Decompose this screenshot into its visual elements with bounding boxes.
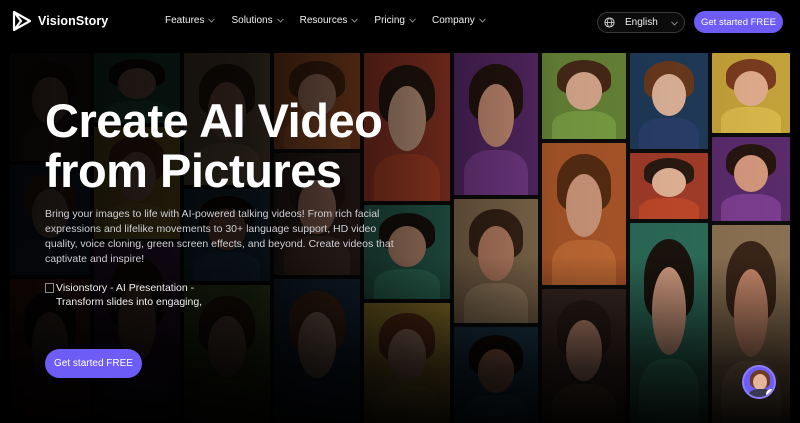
play-triangle-logo-icon [12, 10, 32, 32]
hero-title: Create AI Video from Pictures [45, 96, 465, 196]
nav-item-pricing[interactable]: Pricing [374, 15, 416, 26]
chevron-down-icon [276, 18, 284, 23]
nav-item-features[interactable]: Features [165, 15, 216, 26]
broken-image-placeholder: Visionstory - AI Presentation - Transfor… [45, 281, 205, 313]
nav-get-started-button[interactable]: Get started FREE [694, 11, 783, 33]
chevron-down-icon [351, 18, 359, 23]
nav-item-label: Company [432, 15, 475, 26]
main-menu: Features Solutions Resources Pricing Com… [165, 15, 502, 26]
avatar-face [753, 374, 767, 390]
hero-description: Bring your images to life with AI-powere… [45, 208, 394, 265]
nav-item-label: Pricing [374, 15, 405, 26]
brand-name: VisionStory [38, 14, 109, 28]
image-alt-text: Visionstory - AI Presentation - Transfor… [56, 282, 203, 308]
nav-item-resources[interactable]: Resources [300, 15, 359, 26]
language-label: English [625, 17, 658, 28]
nav-item-label: Solutions [231, 15, 273, 26]
language-selector[interactable]: English [597, 12, 685, 33]
nav-item-solutions[interactable]: Solutions [231, 15, 284, 26]
top-navigation: VisionStory Features Solutions Resources… [0, 0, 800, 44]
support-avatar-icon[interactable] [742, 365, 776, 399]
brand-logo-link[interactable]: VisionStory [12, 10, 108, 32]
chevron-down-icon [208, 18, 216, 23]
chevron-down-icon [671, 21, 678, 26]
globe-icon [604, 17, 615, 28]
nav-item-label: Resources [299, 15, 348, 26]
hero-title-line-1: Create AI Video [45, 94, 383, 147]
hero-title-line-2: from Pictures [45, 144, 342, 197]
chevron-down-icon [409, 18, 416, 23]
nav-item-label: Features [165, 15, 205, 26]
hero-get-started-button[interactable]: Get started FREE [45, 349, 142, 378]
broken-image-icon [45, 283, 54, 293]
chevron-down-icon [478, 18, 486, 23]
nav-item-company[interactable]: Company [432, 15, 486, 26]
